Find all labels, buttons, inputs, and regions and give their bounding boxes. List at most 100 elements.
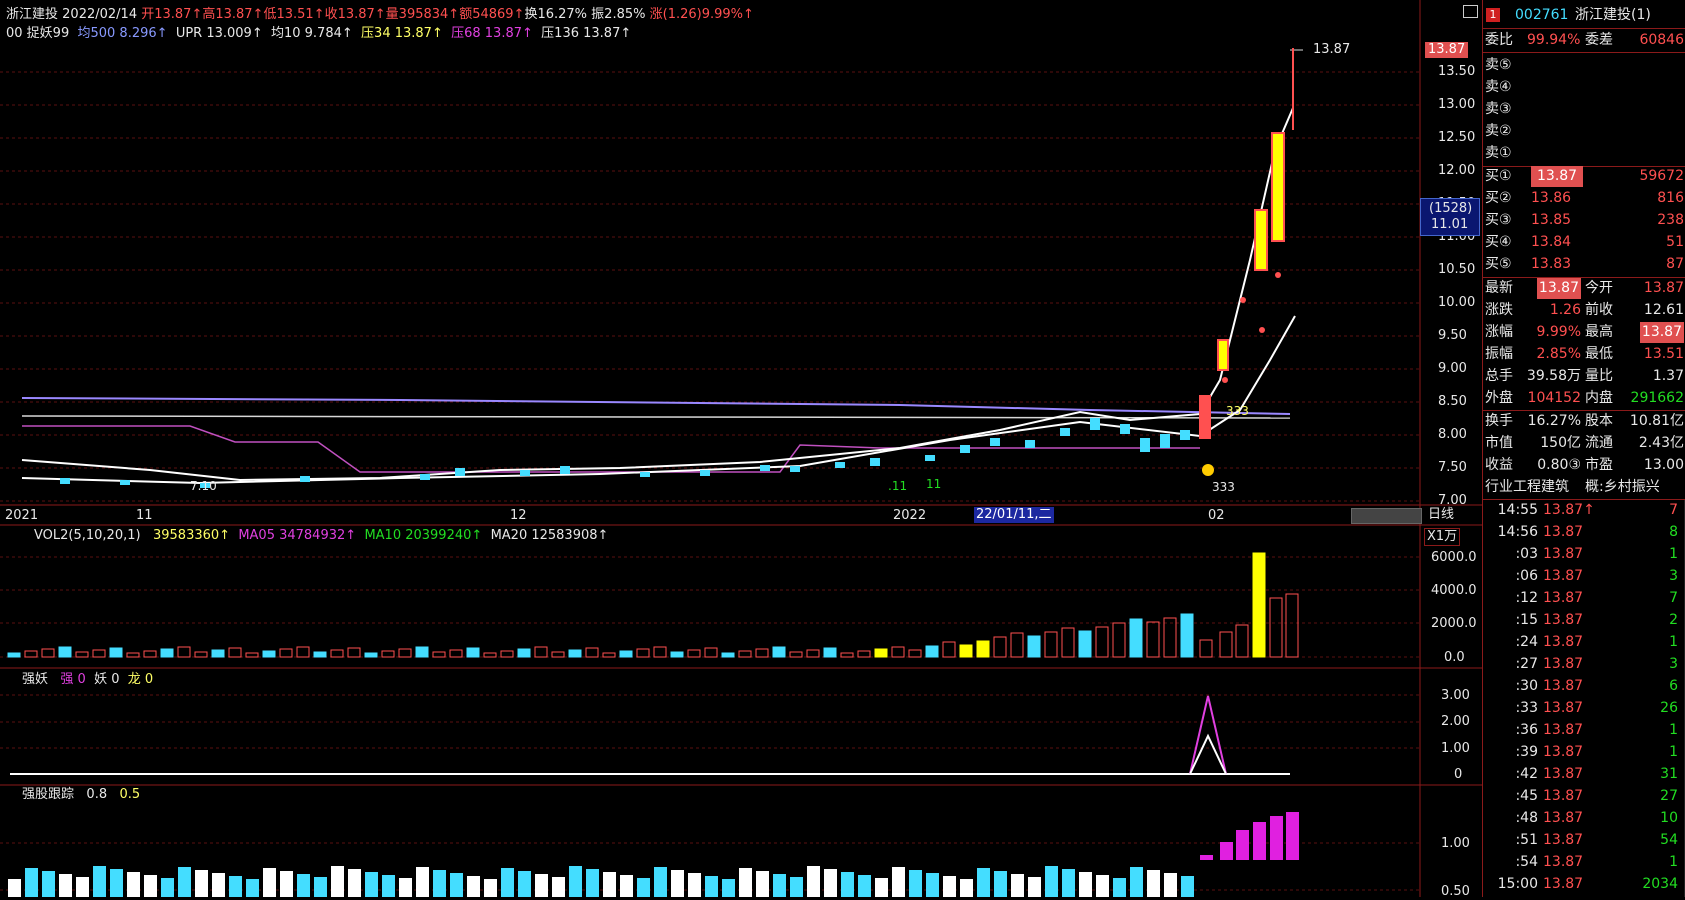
price-axis-label: 10.00 [1438, 295, 1476, 310]
volume-bar [602, 652, 616, 658]
volume-header: VOL2(5,10,20,1) 39583360↑ MA05 34784932↑… [34, 528, 608, 544]
signal-dot [1240, 297, 1246, 303]
quote-title-row: 1 002761 浙江建投(1) [1483, 5, 1685, 26]
qiangu-bar [484, 879, 497, 897]
qiangu-bar [433, 870, 446, 897]
volume-bar [568, 649, 582, 658]
time-label-11: 11 [136, 508, 153, 523]
qiangu-bar [59, 874, 72, 897]
tick-price: 13.87 [1543, 722, 1584, 738]
horizontal-scrollbar[interactable] [1351, 508, 1422, 524]
volume-bar [942, 641, 956, 658]
signal-dot [1222, 377, 1228, 383]
qiangu-bar [705, 876, 718, 897]
vol-axis-1: 4000.0 [1431, 583, 1477, 598]
stock-full-name: 浙江建投(1) [1575, 7, 1651, 23]
qiangu-bar-magenta [1286, 812, 1299, 860]
stat-label: 最新 [1485, 280, 1513, 296]
stat-label: 振幅 [1485, 346, 1513, 362]
fin-label-2: 股本 [1585, 413, 1613, 429]
qiangu-bar [926, 873, 939, 897]
mark-333a: 333 [1226, 404, 1249, 418]
info-icon[interactable]: 1 [1486, 8, 1500, 22]
kline-svg[interactable] [0, 0, 1482, 897]
price-axis-label: 12.50 [1438, 130, 1476, 145]
volume-bar [398, 648, 412, 658]
crosshair-price-box: (1528) 11.01 [1420, 198, 1480, 236]
tick-row: :33 13.87 26 [1483, 698, 1685, 719]
tick-price: 13.87 [1543, 612, 1584, 628]
stat-value: 39.58万 [1526, 368, 1581, 384]
volume-bar [262, 650, 276, 658]
tick-row: :51 13.87 54 [1483, 830, 1685, 851]
candle [925, 455, 935, 461]
chart-area[interactable]: 浙江建投 2022/02/14 开13.87↑高13.87↑低13.51↑收13… [0, 0, 1482, 899]
fin-value-2: 10.81亿 [1629, 413, 1684, 429]
stat-value: 1.26 [1549, 302, 1581, 318]
tick-volume: 1 [1669, 722, 1678, 738]
tick-volume: 2 [1669, 612, 1678, 628]
tick-volume: 1 [1669, 546, 1678, 562]
buy-volume: 59672 [1639, 168, 1684, 184]
volume-bar [1061, 627, 1075, 658]
vol-ma10: MA10 20399240↑ [364, 528, 483, 543]
volume-bar [670, 651, 684, 658]
period-label[interactable]: 日线 [1428, 507, 1454, 523]
volume-bar [41, 648, 55, 658]
stat-label-2: 前收 [1585, 302, 1613, 318]
tick-time: :54 [1515, 854, 1538, 870]
tick-time: :12 [1515, 590, 1538, 606]
sell-row-4: 卖④ [1483, 77, 1685, 98]
volume-bar [772, 646, 786, 658]
tick-volume: 1 [1669, 634, 1678, 650]
header-volume: 量395834↑ [385, 7, 460, 22]
stat-label-2: 内盘 [1585, 390, 1613, 406]
volume-bar [194, 651, 208, 658]
buy-label: 买① [1485, 168, 1512, 184]
tick-row: :54 13.87 1 [1483, 852, 1685, 873]
vol-axis-3: 0.0 [1444, 650, 1465, 665]
industry-label[interactable]: 行业工程建筑 [1485, 477, 1569, 498]
buy-volume: 816 [1657, 190, 1684, 206]
time-label-2021: 2021 [5, 508, 39, 523]
stat-value: 9.99% [1536, 324, 1581, 340]
tick-price: 13.87 [1543, 854, 1584, 870]
indicator-p68: 压68 13.87↑ [451, 26, 533, 41]
qiangu-bar [858, 875, 871, 897]
volume-bar [687, 649, 701, 658]
tick-row: 15:00 13.87 2034 [1483, 874, 1685, 895]
stat-label-2: 最高 [1585, 324, 1613, 340]
stat-value-2: 13.87 [1643, 280, 1684, 296]
tick-row: :27 13.87 3 [1483, 654, 1685, 675]
tick-time: 14:55 [1497, 502, 1538, 518]
maximize-icon[interactable] [1463, 5, 1478, 18]
volume-bar [24, 650, 38, 658]
stat-label-2: 量比 [1585, 368, 1613, 384]
mark-333b: 333 [1212, 480, 1235, 494]
stat-row: 外盘 104152 内盘 291662 [1483, 388, 1685, 409]
qiangu-bar [1181, 876, 1194, 897]
qiangu-v2: 0.5 [119, 787, 141, 802]
time-label-12: 12 [510, 508, 527, 523]
header-date: 2022/02/14 [62, 7, 138, 22]
qiangu-bar-magenta [1200, 855, 1213, 860]
concept-label[interactable]: 概:乡村振兴 [1585, 477, 1660, 498]
header-change: 涨(1.26)9.99%↑ [649, 7, 754, 22]
qiangu-bar [1062, 869, 1075, 897]
sell-row-3: 卖③ [1483, 99, 1685, 120]
tick-time: :03 [1515, 546, 1538, 562]
volume-bar [330, 649, 344, 658]
tick-row: :24 13.87 1 [1483, 632, 1685, 653]
tick-volume: 8 [1669, 524, 1678, 540]
weicha-value: 60846 [1639, 32, 1684, 48]
tick-price: 13.87 [1543, 678, 1584, 694]
tick-price: 13.87 [1543, 656, 1584, 672]
fin-label: 换手 [1485, 413, 1513, 429]
tick-volume: 2034 [1642, 876, 1678, 892]
tick-row: :45 13.87 27 [1483, 786, 1685, 807]
volume-bar [857, 650, 871, 658]
qiangu-header: 强股跟踪 0.8 0.5 [22, 787, 140, 803]
qg-axis-0: 1.00 [1441, 836, 1470, 851]
fin-value-2: 2.43亿 [1638, 435, 1684, 451]
volume-bar [296, 646, 310, 658]
